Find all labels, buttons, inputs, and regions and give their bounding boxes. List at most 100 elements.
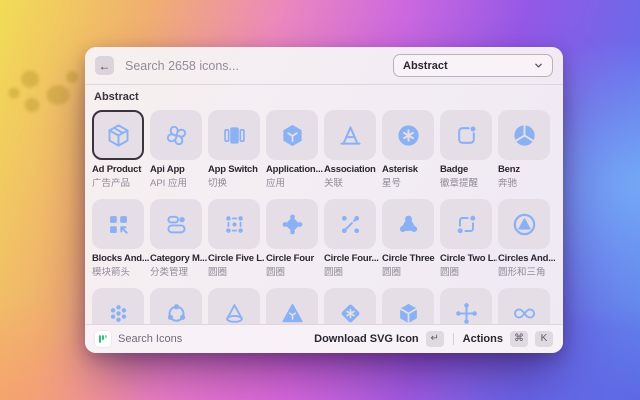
box-3d-tile[interactable] — [92, 110, 144, 160]
command-key-icon: ⌘ — [510, 331, 528, 347]
icon-cell: Badge徽章提醒 — [440, 110, 498, 199]
icon-search-window: ← Abstract Abstract Ad Product广告产品Api Ap… — [85, 47, 563, 353]
download-svg-action[interactable]: Download SVG Icon — [314, 333, 419, 345]
box-3d-icon — [105, 122, 132, 149]
benz-star-icon — [511, 122, 538, 149]
icon-label: Benz — [498, 164, 555, 176]
icon-sublabel: 关联 — [324, 178, 381, 190]
circle-asterisk-tile[interactable] — [382, 110, 434, 160]
icon-cell: Application...应用 — [266, 110, 324, 199]
icon-cell: Api App API 应用 — [150, 110, 208, 199]
app-logo-icon — [95, 331, 111, 347]
icon-sublabel: 星号 — [382, 178, 439, 190]
icon-cell — [92, 288, 150, 324]
cube-y-tile[interactable] — [382, 288, 434, 324]
circle-asterisk-icon — [395, 122, 422, 149]
badge-dot-tile[interactable] — [440, 110, 492, 160]
network-circle-tile[interactable] — [150, 288, 202, 324]
circle-three-icon — [395, 211, 422, 238]
k-key-icon: K — [535, 331, 553, 347]
icon-sublabel: 圆圈 — [440, 267, 497, 279]
blocks-arrow-tile[interactable] — [92, 199, 144, 249]
category-icon — [163, 211, 190, 238]
footer-bar: Search Icons Download SVG Icon ↵ Actions… — [85, 324, 563, 353]
icon-cell: Asterisk 星号 — [382, 110, 440, 199]
icon-sublabel: API 应用 — [150, 178, 207, 190]
circle-three-tile[interactable] — [382, 199, 434, 249]
icon-sublabel: 应用 — [266, 178, 323, 190]
icon-cell: Circle Four圆圈 — [266, 199, 324, 288]
network-circle-icon — [163, 300, 190, 325]
api-swirl-tile[interactable] — [150, 110, 202, 160]
circle-triangle-tile[interactable] — [498, 199, 550, 249]
circle-five-dots-tile[interactable] — [208, 199, 260, 249]
cross-dots-icon — [453, 300, 480, 325]
circle-four-blob-tile[interactable] — [266, 199, 318, 249]
triangle-frame-icon — [337, 122, 364, 149]
triangle-y-tile[interactable] — [266, 288, 318, 324]
dot-cluster-tile[interactable] — [92, 288, 144, 324]
icon-cell — [266, 288, 324, 324]
api-swirl-icon — [163, 122, 190, 149]
circle-five-dots-icon — [221, 211, 248, 238]
circle-two-l-tile[interactable] — [440, 199, 492, 249]
back-button[interactable]: ← — [95, 56, 114, 75]
icon-grid: Ad Product广告产品Api AppAPI 应用App Switch切换A… — [92, 110, 556, 324]
icon-cell: Circle Five L...圆圈 — [208, 199, 266, 288]
icon-sublabel: 分类管理 — [150, 267, 207, 279]
icon-cell: Circle Three圆圈 — [382, 199, 440, 288]
hexagon-y-tile[interactable] — [266, 110, 318, 160]
icon-sublabel: 徽章提醒 — [440, 178, 497, 190]
triangle-y-icon — [279, 300, 306, 325]
circle-four-blob-icon — [279, 211, 306, 238]
hexagon-y-icon — [279, 122, 306, 149]
icon-sublabel: 圆形和三角 — [498, 267, 555, 279]
icon-sublabel: 模块箭头 — [92, 267, 149, 279]
footer-separator — [453, 333, 454, 345]
category-select-value: Abstract — [403, 60, 448, 72]
app-switch-icon — [221, 122, 248, 149]
icon-label: Association — [324, 164, 381, 176]
icon-label: App Switch — [208, 164, 265, 176]
icon-label: Circle Five L... — [208, 253, 265, 265]
cone-tile[interactable] — [208, 288, 260, 324]
dot-cluster-icon — [105, 300, 132, 325]
icon-sublabel: 切换 — [208, 178, 265, 190]
icon-cell — [324, 288, 382, 324]
icon-cell — [440, 288, 498, 324]
icon-label: Asterisk — [382, 164, 439, 176]
app-switch-tile[interactable] — [208, 110, 260, 160]
triangle-frame-tile[interactable] — [324, 110, 376, 160]
icon-label: Api App — [150, 164, 207, 176]
icon-label: Blocks And... — [92, 253, 149, 265]
infinity-tile[interactable] — [498, 288, 550, 324]
badge-dot-icon — [453, 122, 480, 149]
actions-menu-button[interactable]: Actions — [463, 333, 503, 345]
icon-sublabel: 圆圈 — [324, 267, 381, 279]
benz-star-tile[interactable] — [498, 110, 550, 160]
icon-cell: Association 关联 — [324, 110, 382, 199]
return-key-icon: ↵ — [426, 331, 444, 347]
diamond-asterisk-icon — [337, 300, 364, 325]
icon-sublabel: 广告产品 — [92, 178, 149, 190]
icon-cell: Ad Product广告产品 — [92, 110, 150, 199]
cross-dots-tile[interactable] — [440, 288, 492, 324]
footer-app-name: Search Icons — [118, 333, 182, 345]
icon-cell — [208, 288, 266, 324]
circle-four-lines-icon — [337, 211, 364, 238]
icon-cell — [498, 288, 556, 324]
cone-icon — [221, 300, 248, 325]
icon-cell: Circles And...圆形和三角 — [498, 199, 556, 288]
icon-label: Circle Two L... — [440, 253, 497, 265]
search-input[interactable] — [123, 58, 393, 74]
icon-cell: Benz奔驰 — [498, 110, 556, 199]
icon-cell — [382, 288, 440, 324]
diamond-asterisk-tile[interactable] — [324, 288, 376, 324]
category-select[interactable]: Abstract — [393, 54, 553, 77]
category-tile[interactable] — [150, 199, 202, 249]
section-title: Abstract — [94, 91, 556, 104]
blocks-arrow-icon — [105, 211, 132, 238]
circle-four-lines-tile[interactable] — [324, 199, 376, 249]
icon-label: Circle Four... — [324, 253, 381, 265]
circle-two-l-icon — [453, 211, 480, 238]
